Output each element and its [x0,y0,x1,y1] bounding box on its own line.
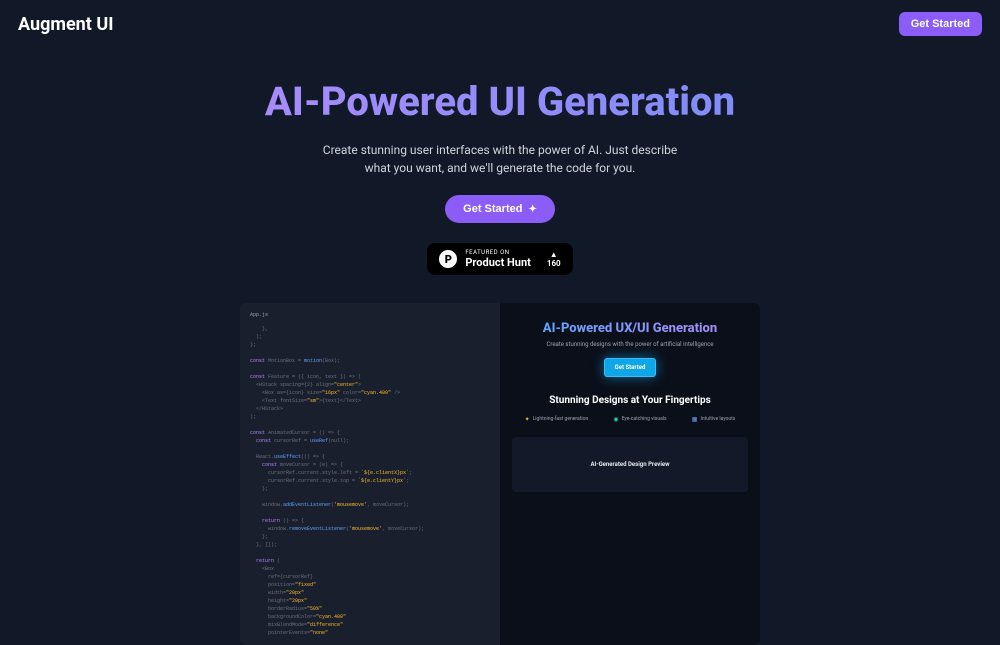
preview-generated-box: AI-Generated Design Preview [512,437,748,492]
get-started-button-header[interactable]: Get Started [899,12,982,36]
product-hunt-logo-icon: P [439,250,457,268]
preview-feature-2: ◉ Eye-catching visuals [613,416,666,423]
preview-feature-3: ▦ Intuitive layouts [692,416,736,423]
upvote-count: 160 [547,259,561,268]
product-hunt-text: FEATURED ON Product Hunt [465,249,531,269]
hero-section: AI-Powered UI Generation Create stunning… [0,48,1000,275]
code-editor-pane: App.js }, ); }; const MotionBox = motion… [240,303,500,645]
product-hunt-badge[interactable]: P FEATURED ON Product Hunt ▲ 160 [427,243,572,275]
lightning-icon: ✦ [525,416,530,423]
preview-pane: AI-Powered UX/UI Generation Create stunn… [500,303,760,645]
sparkle-icon: ✦ [528,204,536,215]
preview-get-started-button: Get Started [604,358,657,377]
cta-label: Get Started [463,203,522,215]
layout-icon: ▦ [692,416,698,423]
product-hunt-featured-label: FEATURED ON [465,249,531,256]
preview-feature-3-label: Intuitive layouts [700,416,735,422]
preview-title: AI-Powered UX/UI Generation [543,321,717,337]
code-filename: App.js [250,311,490,319]
preview-feature-2-label: Eye-catching visuals [622,416,667,422]
preview-section-heading: Stunning Designs at Your Fingertips [512,395,748,406]
hero-subtitle: Create stunning user interfaces with the… [320,141,680,177]
upvote-icon: ▲ [547,250,561,259]
preview-subtitle: Create stunning designs with the power o… [512,341,748,348]
demo-panel: App.js }, ); }; const MotionBox = motion… [240,303,760,645]
preview-feature-1: ✦ Lightning-fast generation [525,416,589,423]
hero-title: AI-Powered UI Generation [265,78,735,125]
product-hunt-upvote: ▲ 160 [547,250,561,268]
preview-features-row: ✦ Lightning-fast generation ◉ Eye-catchi… [512,416,748,423]
logo: Augment UI [18,14,113,35]
hero-cta-row: Get Started ✦ [0,195,1000,223]
get-started-button-hero[interactable]: Get Started ✦ [445,195,555,223]
preview-feature-1-label: Lightning-fast generation [533,416,589,422]
product-hunt-name: Product Hunt [465,256,531,269]
header: Augment UI Get Started [0,0,1000,48]
eye-icon: ◉ [613,416,618,423]
